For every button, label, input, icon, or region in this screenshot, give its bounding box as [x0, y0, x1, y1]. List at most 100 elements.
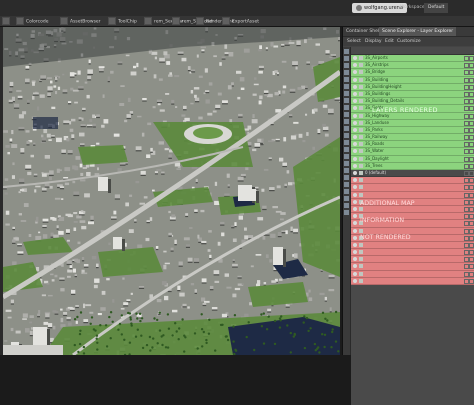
freeze-toggle-icon[interactable]	[469, 157, 474, 162]
filter-icon[interactable]	[344, 147, 349, 152]
freeze-toggle-icon[interactable]	[469, 149, 474, 154]
visibility-icon[interactable]	[353, 70, 357, 74]
filter-icon[interactable]	[344, 203, 349, 208]
visibility-icon[interactable]	[353, 149, 357, 153]
visibility-icon[interactable]	[353, 185, 357, 189]
freeze-toggle-icon[interactable]	[469, 200, 474, 205]
visibility-icon[interactable]	[353, 279, 357, 283]
freeze-toggle-icon[interactable]	[469, 185, 474, 190]
visibility-icon[interactable]	[353, 114, 357, 118]
filter-icon[interactable]	[344, 133, 349, 138]
layer-row[interactable]: 3S_Trees	[351, 163, 474, 170]
freeze-toggle-icon[interactable]	[469, 114, 474, 119]
layer-row[interactable]: 3S_Building	[351, 77, 474, 84]
filter-icon[interactable]	[344, 98, 349, 103]
freeze-toggle-icon[interactable]	[469, 221, 474, 226]
visibility-icon[interactable]	[353, 121, 357, 125]
layer-row[interactable]	[351, 192, 474, 199]
visibility-icon[interactable]	[353, 63, 357, 67]
visibility-icon[interactable]	[353, 99, 357, 103]
freeze-toggle-icon[interactable]	[469, 178, 474, 183]
layer-row[interactable]: 3S_Landuse	[351, 120, 474, 127]
layer-row[interactable]: 3S_Parks	[351, 127, 474, 134]
menu-customize[interactable]: Customize	[397, 37, 421, 46]
layer-row[interactable]: 3S_Bridge	[351, 69, 474, 76]
freeze-toggle-icon[interactable]	[469, 99, 474, 104]
visibility-icon[interactable]	[353, 221, 357, 225]
layer-row[interactable]: 3S_Building_Details	[351, 98, 474, 105]
layer-row[interactable]	[351, 271, 474, 278]
visibility-icon[interactable]	[353, 178, 357, 182]
layer-row[interactable]	[351, 184, 474, 191]
layer-row[interactable]: 3S_Buildings	[351, 91, 474, 98]
layer-row[interactable]: 3S_Railway	[351, 134, 474, 141]
layer-row[interactable]: 3S_Daylight	[351, 156, 474, 163]
freeze-toggle-icon[interactable]	[469, 78, 474, 83]
visibility-icon[interactable]	[353, 264, 357, 268]
freeze-toggle-icon[interactable]	[469, 272, 474, 277]
filter-icon[interactable]	[344, 175, 349, 180]
filter-icon[interactable]	[344, 168, 349, 173]
visibility-icon[interactable]	[353, 106, 357, 110]
visibility-icon[interactable]	[353, 193, 357, 197]
filter-icon[interactable]	[344, 105, 349, 110]
layer-row[interactable]	[351, 177, 474, 184]
filter-icon[interactable]	[344, 140, 349, 145]
layer-row[interactable]	[351, 278, 474, 285]
filter-icon[interactable]	[344, 91, 349, 96]
tab-container-shelf[interactable]: Container Shelf	[343, 27, 384, 36]
freeze-toggle-icon[interactable]	[469, 264, 474, 269]
layer-row[interactable]	[351, 242, 474, 249]
freeze-toggle-icon[interactable]	[469, 106, 474, 111]
layer-row[interactable]: 3S_BuildingHeight	[351, 84, 474, 91]
freeze-toggle-icon[interactable]	[469, 257, 474, 262]
layer-row[interactable]: 0 (default)	[351, 170, 474, 177]
filter-icon[interactable]	[344, 161, 349, 166]
layer-row[interactable]: 3S_Water	[351, 148, 474, 155]
filter-icon[interactable]	[344, 63, 349, 68]
freeze-toggle-icon[interactable]	[469, 171, 474, 176]
3d-viewport[interactable]	[3, 27, 340, 355]
layer-row[interactable]: 3S_Airports	[351, 55, 474, 62]
visibility-icon[interactable]	[353, 78, 357, 82]
filter-icon[interactable]	[344, 49, 349, 54]
freeze-toggle-icon[interactable]	[469, 250, 474, 255]
layer-row[interactable]: 3S_Airstrips	[351, 62, 474, 69]
freeze-toggle-icon[interactable]	[469, 128, 474, 133]
freeze-toggle-icon[interactable]	[469, 85, 474, 90]
menu-edit[interactable]: Edit	[385, 37, 394, 46]
workspace-dropdown[interactable]: Default	[424, 3, 448, 13]
visibility-icon[interactable]	[353, 257, 357, 261]
toolbar-icon[interactable]	[2, 17, 10, 25]
freeze-toggle-icon[interactable]	[469, 214, 474, 219]
menu-display[interactable]: Display	[365, 37, 382, 46]
tab-scene-explorer[interactable]: Scene Explorer - Layer Explorer	[379, 27, 456, 36]
filter-icon[interactable]	[344, 126, 349, 131]
freeze-toggle-icon[interactable]	[469, 279, 474, 284]
layer-row[interactable]	[351, 249, 474, 256]
visibility-icon[interactable]	[353, 200, 357, 204]
filter-icon[interactable]	[344, 77, 349, 82]
visibility-icon[interactable]	[353, 56, 357, 60]
filter-icon[interactable]	[344, 189, 349, 194]
toolbar-item[interactable]: ExportAsset	[222, 17, 259, 27]
visibility-icon[interactable]	[353, 92, 357, 96]
visibility-icon[interactable]	[353, 229, 357, 233]
freeze-toggle-icon[interactable]	[469, 164, 474, 169]
visibility-icon[interactable]	[353, 207, 357, 211]
column-header[interactable]: Name (Sorted Ascending)	[351, 47, 474, 55]
visibility-icon[interactable]	[353, 135, 357, 139]
visibility-icon[interactable]	[353, 250, 357, 254]
layer-row[interactable]	[351, 256, 474, 263]
freeze-toggle-icon[interactable]	[469, 135, 474, 140]
filter-icon[interactable]	[344, 119, 349, 124]
freeze-toggle-icon[interactable]	[469, 63, 474, 68]
layer-row[interactable]	[351, 263, 474, 270]
toolbar-item[interactable]: Colorcode	[16, 17, 49, 27]
freeze-toggle-icon[interactable]	[469, 121, 474, 126]
filter-icon[interactable]	[344, 210, 349, 215]
visibility-icon[interactable]	[353, 85, 357, 89]
filter-icon[interactable]	[344, 84, 349, 89]
freeze-toggle-icon[interactable]	[469, 56, 474, 61]
freeze-toggle-icon[interactable]	[469, 236, 474, 241]
